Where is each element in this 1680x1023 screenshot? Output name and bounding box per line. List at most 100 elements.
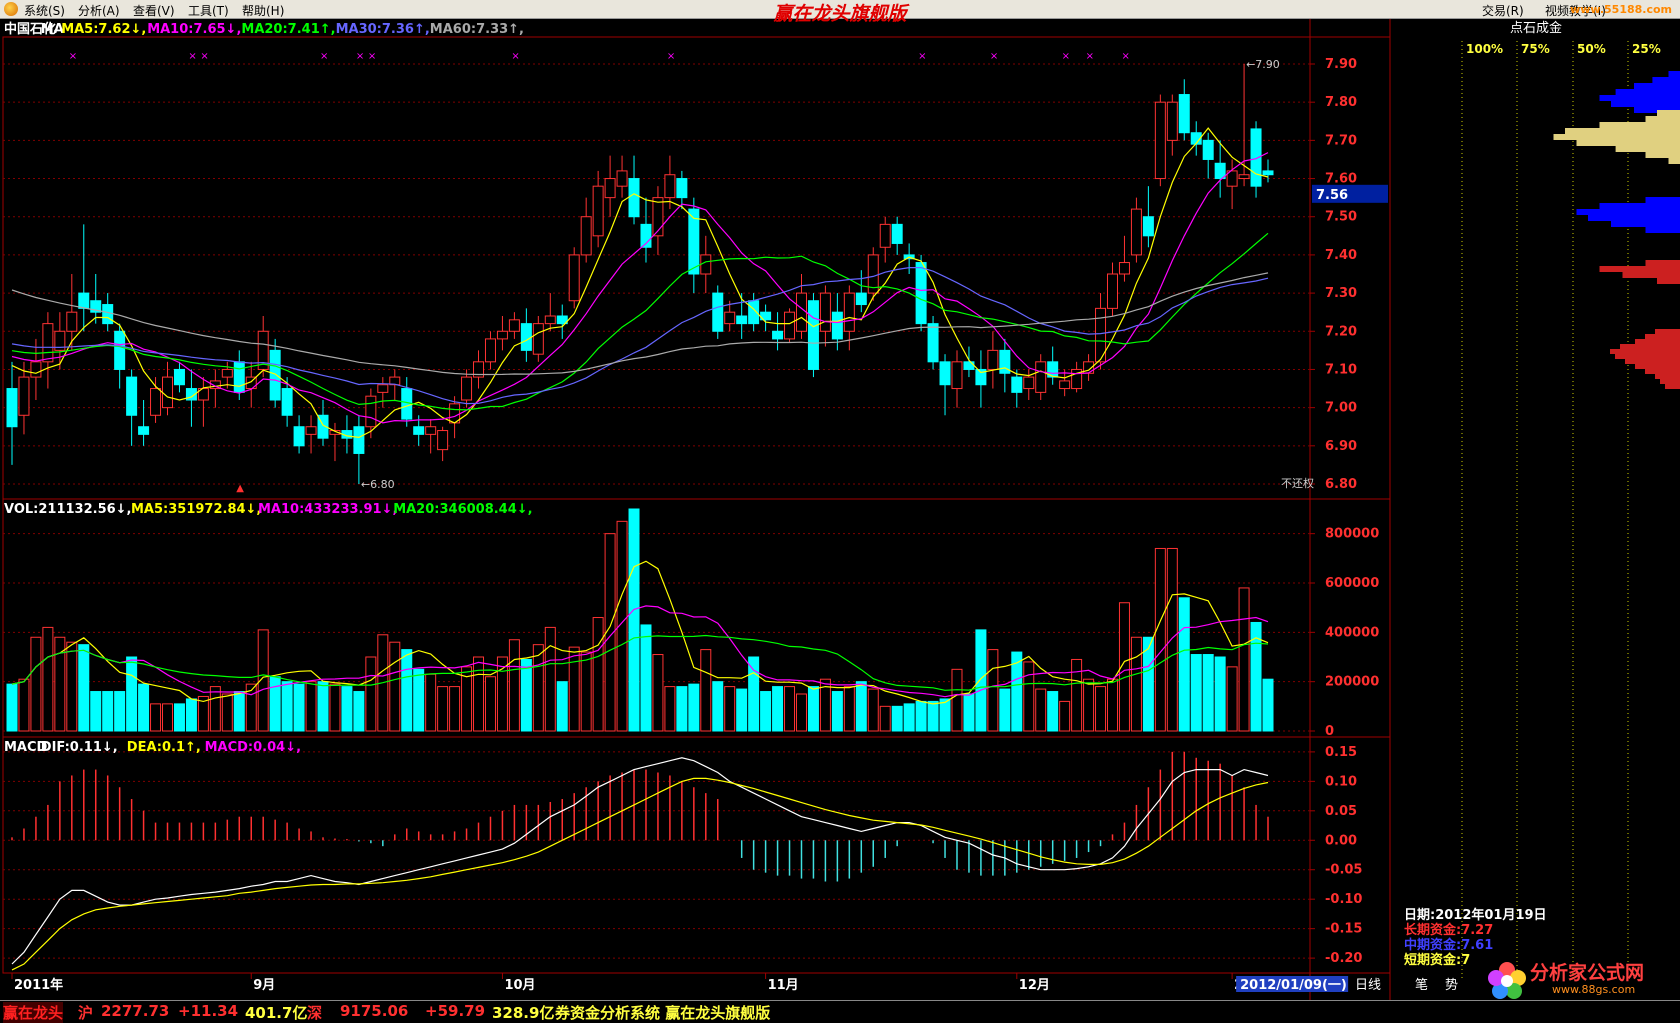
capital-band-bar — [1611, 221, 1680, 227]
logo-url: www.88gs.com — [1552, 983, 1635, 996]
capital-band-bar — [1665, 384, 1680, 389]
candle-body — [163, 377, 173, 408]
capital-band-bar — [1646, 116, 1680, 122]
candle-body — [832, 312, 842, 339]
candle-body — [270, 350, 280, 400]
candle-body — [892, 224, 902, 243]
bottom-tab[interactable]: 日线 — [1355, 978, 1381, 993]
app-icon[interactable] — [4, 2, 18, 16]
volume-panel: 8000006000004000002000000VOL:211132.56↓,… — [3, 502, 1379, 739]
candle-body — [234, 362, 244, 393]
menu-bar: 系统(S) 分析(A) 查看(V) 工具(T) 帮助(H) 赢在龙头旗舰版 交易… — [0, 0, 1680, 19]
signal-mark: × — [200, 51, 208, 62]
menu-tools[interactable]: 工具(T) — [188, 2, 229, 19]
volume-tick-label: 400000 — [1325, 625, 1379, 640]
volume-bar — [390, 642, 400, 731]
volume-bar — [569, 647, 579, 731]
macd-panel: 0.150.100.050.00-0.05-0.10-0.15-0.20MACD… — [3, 740, 1362, 970]
capital-info: 长期资金:7.27 — [1404, 922, 1493, 938]
capital-info: 中期资金:7.61 — [1404, 937, 1493, 953]
capital-band-bar — [1652, 77, 1680, 83]
menu-view[interactable]: 查看(V) — [133, 2, 175, 19]
x-axis-label: 2011年 — [14, 977, 63, 993]
price-tick-label: 6.80 — [1325, 477, 1357, 492]
candle-body — [569, 255, 579, 301]
volume-bar — [450, 687, 460, 731]
candle-body — [282, 389, 292, 416]
candle-body — [127, 377, 137, 415]
capital-band-bar — [1660, 379, 1680, 384]
candle-body — [713, 293, 723, 331]
volume-bar — [222, 694, 232, 731]
capital-band-bar — [1655, 374, 1680, 379]
volume-bar — [294, 684, 304, 731]
volume-bar — [952, 669, 962, 731]
candle-body — [151, 389, 161, 416]
percent-label: 50% — [1577, 42, 1606, 56]
volume-tick-label: 0 — [1325, 724, 1334, 739]
volume-bar — [737, 689, 747, 731]
menu-system[interactable]: 系统(S) — [24, 2, 65, 19]
menu-trade[interactable]: 交易(R) — [1482, 2, 1524, 19]
menu-analysis[interactable]: 分析(A) — [78, 2, 120, 19]
capital-band-bar — [1646, 227, 1680, 233]
volume-legend-item: MA10:433233.91↓, — [258, 502, 397, 517]
volume-bar — [761, 692, 771, 731]
candle-body — [521, 324, 531, 351]
bottom-tab[interactable]: 笔 — [1415, 977, 1428, 993]
high-annotation: ←7.90 — [1246, 58, 1280, 71]
capital-band-bar — [1565, 128, 1680, 134]
x-axis: 2011年9月10月11月12月2012年2012/01/09(一)日线笔势 — [12, 973, 1458, 993]
volume-bar — [174, 704, 184, 731]
candle-body — [462, 377, 472, 400]
candle-body — [773, 331, 783, 339]
candle-body — [820, 293, 830, 331]
volume-bar — [988, 650, 998, 731]
volume-bar — [342, 687, 352, 731]
candle-body — [79, 293, 89, 308]
chart-canvas[interactable]: 7.907.807.707.607.507.407.307.207.107.00… — [0, 19, 1680, 1000]
price-tick-label: 6.90 — [1325, 439, 1357, 454]
candle-body — [1143, 217, 1153, 236]
volume-bar — [533, 645, 543, 731]
candle-body — [509, 320, 519, 331]
volume-bar — [1179, 598, 1189, 731]
macd-tick-label: -0.05 — [1325, 863, 1362, 878]
volume-bar — [701, 650, 711, 731]
capital-band-bar — [1635, 339, 1680, 344]
sh-change: +11.34 — [178, 1002, 238, 1020]
candle-body — [665, 175, 675, 198]
macd-tick-label: 0.15 — [1325, 745, 1357, 760]
volume-bar — [677, 687, 687, 731]
candle-body — [414, 427, 424, 435]
candle-body — [1263, 171, 1273, 175]
menu-help[interactable]: 帮助(H) — [242, 2, 284, 19]
macd-tick-label: 0.00 — [1325, 833, 1357, 848]
volume-bar — [31, 637, 41, 731]
volume-bar — [7, 684, 17, 731]
candle-body — [438, 431, 448, 450]
candle-body — [1107, 274, 1117, 308]
candle-body — [677, 179, 687, 198]
price-legend-item: MA60:7.33↑, — [430, 22, 524, 37]
candle-body — [1119, 263, 1129, 274]
volume-bar — [725, 687, 735, 731]
candle-body — [988, 350, 998, 369]
capital-info: 短期资金:7 — [1404, 952, 1470, 968]
price-tick-label: 7.90 — [1325, 57, 1357, 72]
signal-mark: × — [320, 51, 328, 62]
candle-body — [796, 293, 806, 331]
candle-body — [533, 324, 543, 355]
signal-mark: × — [511, 51, 519, 62]
capital-band-bar — [1611, 101, 1680, 107]
volume-bar — [1036, 689, 1046, 731]
capital-band-bar — [1623, 272, 1680, 278]
volume-bar — [880, 706, 890, 731]
volume-bar — [414, 669, 424, 731]
macd-tick-label: -0.10 — [1325, 892, 1362, 907]
candle-body — [605, 179, 615, 198]
sz-index: 9175.06 — [340, 1002, 408, 1020]
bottom-tab[interactable]: 势 — [1445, 977, 1458, 993]
volume-bar — [904, 704, 914, 731]
volume-bar — [964, 694, 974, 731]
